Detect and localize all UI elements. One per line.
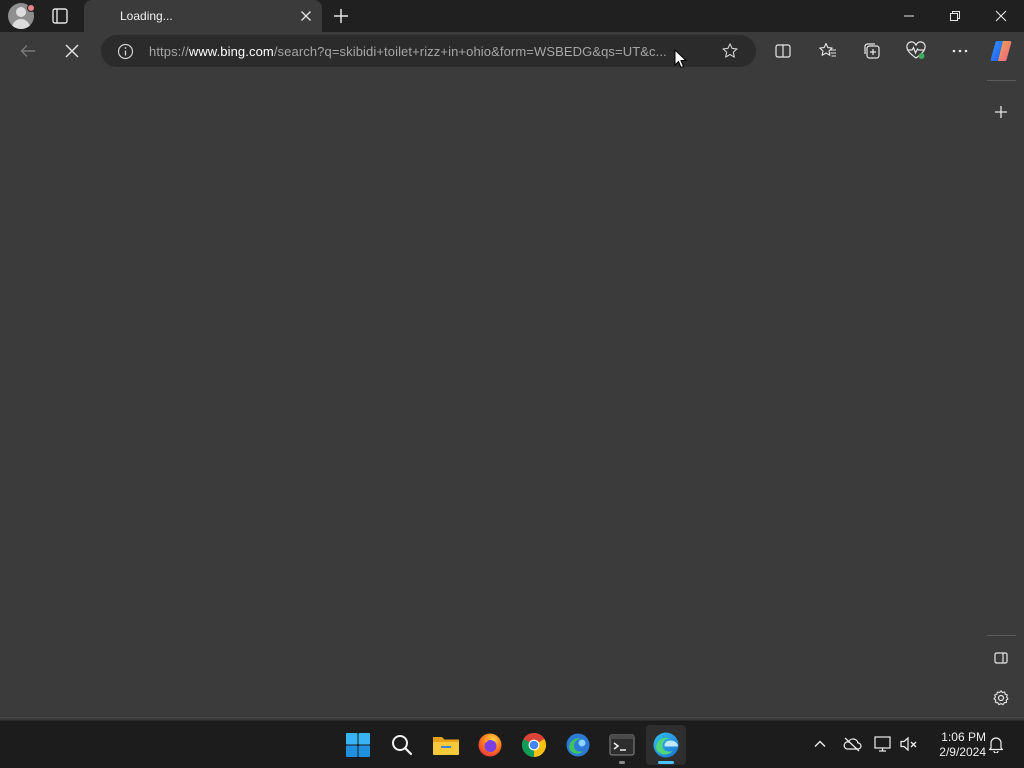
browser-sidebar (987, 70, 1024, 717)
stop-loading-icon[interactable] (59, 38, 85, 64)
minimize-icon (904, 15, 914, 17)
terminal-icon[interactable] (602, 725, 642, 765)
back-icon[interactable] (15, 38, 41, 64)
new-tab-icon[interactable] (331, 6, 351, 26)
chrome-icon[interactable] (514, 725, 554, 765)
edge-dev-icon[interactable] (558, 725, 598, 765)
address-bar[interactable]: https://www.bing.com/search?q=skibidi+to… (101, 35, 756, 67)
favorite-star-icon[interactable] (721, 42, 739, 60)
network-icon[interactable] (872, 733, 894, 755)
profile-notification-dot (27, 4, 35, 12)
minimize-button[interactable] (886, 0, 932, 32)
edge-icon[interactable] (646, 725, 686, 765)
copilot-icon[interactable] (988, 38, 1014, 64)
tab-close-icon[interactable] (298, 8, 314, 24)
page-content-area[interactable] (0, 70, 987, 717)
url-host: www.bing.com (188, 44, 274, 59)
more-options-icon[interactable] (947, 38, 973, 64)
taskbar: 1:06 PM 2/9/2024 (0, 720, 1024, 768)
browser-toolbar: https://www.bing.com/search?q=skibidi+to… (0, 32, 1024, 70)
active-indicator (658, 761, 674, 764)
tab-title: Loading... (120, 9, 173, 23)
browser-essentials-icon[interactable] (903, 38, 929, 64)
add-icon[interactable] (988, 99, 1014, 125)
settings-icon[interactable] (988, 685, 1014, 711)
mouse-cursor-icon (674, 48, 688, 69)
onedrive-icon[interactable] (841, 733, 863, 755)
hide-sidebar-icon[interactable] (988, 645, 1014, 671)
url-scheme: https:// (149, 44, 189, 59)
restore-icon (950, 11, 960, 21)
firefox-icon[interactable] (470, 725, 510, 765)
start-icon[interactable] (338, 725, 378, 765)
restore-button[interactable] (932, 0, 978, 32)
clock-time: 1:06 PM (941, 730, 986, 744)
sidebar-divider (987, 635, 1016, 636)
split-screen-icon[interactable] (770, 38, 796, 64)
show-hidden-icons-icon[interactable] (809, 733, 831, 755)
close-window-button[interactable] (978, 0, 1024, 32)
clock-date: 2/9/2024 (939, 745, 986, 759)
collections-icon[interactable] (859, 38, 885, 64)
browser-tab-active[interactable]: Loading... (84, 0, 322, 32)
system-clock[interactable]: 1:06 PM 2/9/2024 (928, 730, 986, 760)
favorites-icon[interactable] (815, 38, 841, 64)
close-icon (995, 10, 1007, 22)
title-bar: Loading... (0, 0, 1024, 32)
sidebar-divider (987, 80, 1016, 81)
site-info-icon[interactable] (117, 43, 134, 60)
file-explorer-icon[interactable] (426, 725, 466, 765)
search-icon[interactable] (382, 725, 422, 765)
tab-actions-icon[interactable] (48, 4, 72, 28)
running-indicator (619, 761, 625, 764)
volume-muted-icon[interactable] (898, 733, 920, 755)
notifications-icon[interactable] (985, 733, 1007, 755)
url-path: /search?q=skibidi+toilet+rizz+in+ohio&fo… (273, 44, 667, 59)
url-text[interactable]: https://www.bing.com/search?q=skibidi+to… (149, 44, 719, 59)
